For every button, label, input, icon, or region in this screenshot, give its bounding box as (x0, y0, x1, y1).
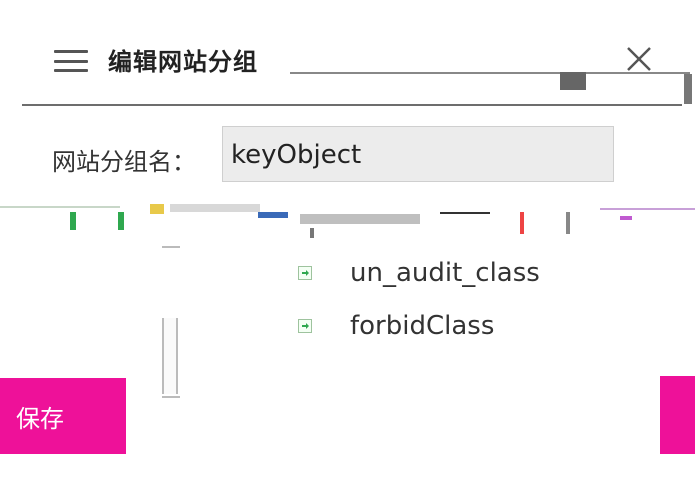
header-edge-artifact (684, 74, 692, 104)
header-divider (290, 72, 690, 74)
render-artifact-row (0, 198, 695, 238)
tree-connector (162, 246, 180, 248)
tree-item-forbid-class[interactable]: forbidClass (298, 311, 494, 341)
dialog-title: 编辑网站分组 (108, 48, 258, 76)
tree-scrollbar[interactable] (162, 318, 178, 394)
header-divider-block (560, 72, 586, 90)
tree-item-label: un_audit_class (350, 258, 540, 288)
group-name-row: 网站分组名： keyObject (52, 126, 652, 186)
class-item-icon (298, 266, 312, 280)
group-name-input[interactable]: keyObject (222, 126, 614, 182)
class-item-icon (298, 319, 312, 333)
edit-group-dialog: 编辑网站分组 网站分组名： keyObject un_audit_class f… (0, 0, 695, 481)
tree-connector (162, 396, 180, 398)
group-name-label: 网站分组名： (52, 148, 196, 176)
header-bottom-border (22, 104, 682, 106)
menu-icon[interactable] (54, 50, 88, 72)
tree-item-un-audit-class[interactable]: un_audit_class (298, 258, 540, 288)
dialog-header: 编辑网站分组 (22, 22, 678, 106)
tree-item-label: forbidClass (350, 311, 495, 341)
close-icon[interactable] (622, 42, 656, 76)
secondary-button[interactable] (660, 376, 695, 454)
save-button[interactable]: 保存 (0, 378, 126, 454)
